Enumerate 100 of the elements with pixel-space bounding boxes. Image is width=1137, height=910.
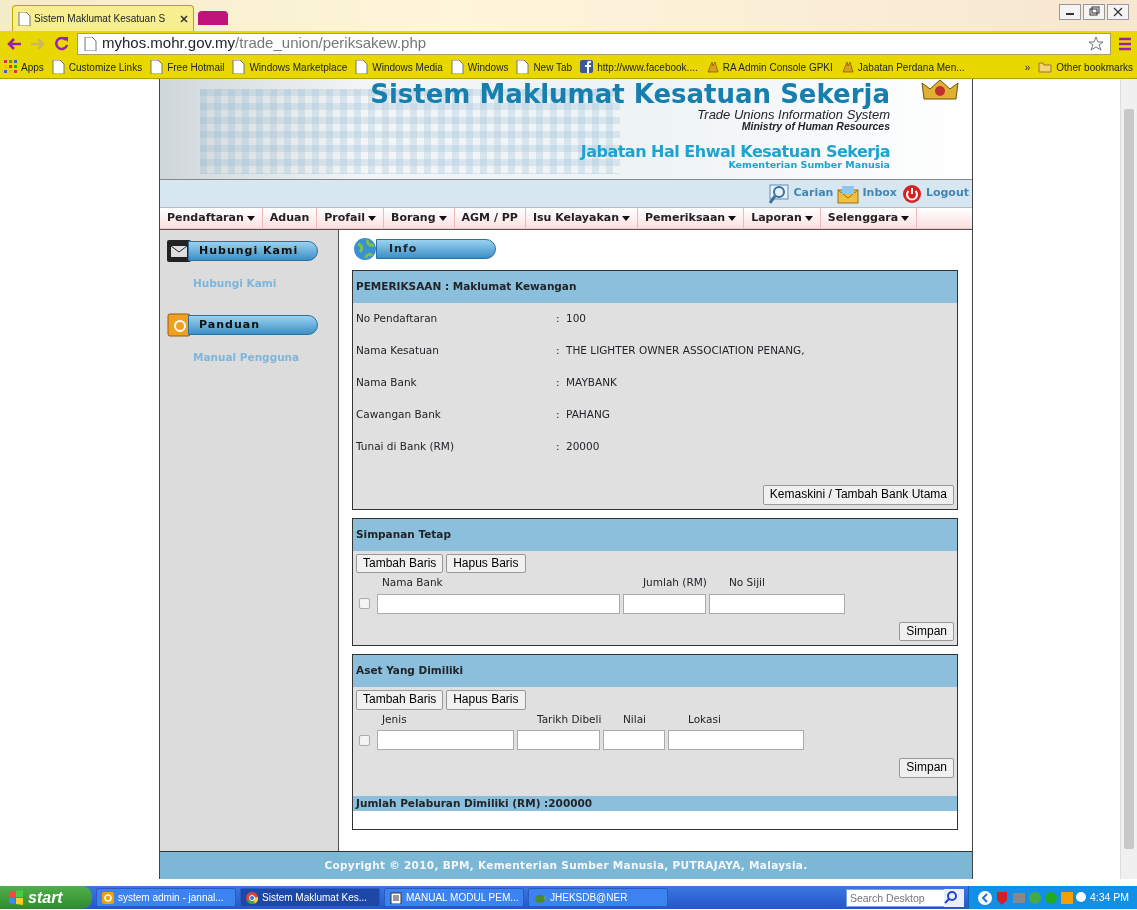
row-checkbox[interactable] <box>359 734 370 746</box>
new-tab-button[interactable] <box>198 11 228 25</box>
caret-icon <box>622 215 630 221</box>
site-title: Sistem Maklumat Kesatuan Sekerja <box>370 81 890 109</box>
windows-logo-icon <box>8 890 24 905</box>
add-row-button[interactable]: Tambah Baris <box>356 690 444 710</box>
total-investment-text: Jumlah Pelaburan Dimiliki (RM) :200000 <box>353 795 957 811</box>
input-field[interactable] <box>709 593 845 614</box>
field-value: THE LIGHTER OWNER ASSOCIATION PENANG, <box>566 343 805 359</box>
input-field[interactable] <box>603 730 665 751</box>
bookmark-link[interactable]: http://www.facebook.... <box>580 59 698 75</box>
save-button[interactable]: Simpan <box>899 758 954 778</box>
row-checkbox[interactable] <box>359 598 370 610</box>
field-label: Cawangan Bank <box>356 407 442 423</box>
power-icon <box>900 182 923 205</box>
delete-row-button[interactable]: Hapus Baris <box>446 690 526 710</box>
field-value: 20000 <box>566 439 600 455</box>
restore-icon[interactable] <box>1087 6 1101 18</box>
separator: : <box>556 439 561 455</box>
ministry-subtitle: Kementerian Sumber Manusia <box>728 159 890 171</box>
taskbar-button[interactable]: system admin - jannal... <box>96 888 236 907</box>
close-icon[interactable] <box>180 14 188 23</box>
input-field[interactable] <box>623 593 706 614</box>
caret-icon <box>901 215 910 221</box>
forward-arrow-icon[interactable] <box>30 36 46 51</box>
menu-item[interactable]: AGM / PP <box>454 208 526 228</box>
close-icon[interactable] <box>1111 6 1125 18</box>
caret-icon <box>368 215 377 221</box>
menu-item[interactable]: Pemeriksaan <box>638 208 745 228</box>
caret-icon <box>804 215 813 221</box>
department-name: Jabatan Hal Ehwal Kesatuan Sekerja <box>580 143 890 160</box>
bookmark-link[interactable]: Jabatan Perdana Men... <box>840 59 965 75</box>
menu-icon[interactable] <box>1119 36 1131 51</box>
taskbar-button[interactable]: Sistem Maklumat Kes... <box>240 888 380 907</box>
separator: : <box>556 375 561 391</box>
field-value: MAYBANK <box>566 375 617 391</box>
input-field[interactable] <box>668 730 804 751</box>
back-arrow-icon[interactable] <box>6 36 22 51</box>
menu-item[interactable]: Laporan <box>744 208 821 228</box>
menu-item[interactable]: Aduan <box>262 208 318 228</box>
update-button[interactable]: Kemaskini / Tambah Bank Utama <box>762 485 954 505</box>
browser-tab[interactable]: Sistem Maklumat Kesatuan S <box>12 5 194 31</box>
separator: : <box>556 311 561 327</box>
column-header: Lokasi <box>688 712 721 725</box>
bookmark-link[interactable]: New Tab <box>516 59 573 75</box>
facebook-icon <box>580 60 594 74</box>
bookmark-link[interactable]: Apps <box>4 59 44 75</box>
page-icon <box>150 60 164 74</box>
document-icon <box>390 891 402 904</box>
address-book-icon <box>166 311 192 338</box>
page-icon <box>232 60 246 74</box>
field-value: PAHANG <box>566 407 610 423</box>
copyright-footer: Copyright © 2010, BPM, Kementerian Sumber Manusia, PUTRAJAYA, Malaysia. <box>160 851 972 879</box>
bookmark-link[interactable]: RA Admin Console GPKI <box>705 59 833 75</box>
page-icon <box>84 36 97 51</box>
add-row-button[interactable]: Tambah Baris <box>356 553 444 574</box>
search-icon[interactable] <box>943 889 958 904</box>
page-icon <box>355 60 369 74</box>
bookmark-folder[interactable]: Other bookmarks <box>1038 59 1133 75</box>
field-label: No Pendaftaran <box>356 311 439 327</box>
delete-row-button[interactable]: Hapus Baris <box>446 553 526 574</box>
folder-icon <box>1038 61 1053 73</box>
site-subtitle: Trade Unions Information System <box>697 108 890 122</box>
column-header: Nilai <box>623 712 647 725</box>
scrollbar[interactable] <box>1120 79 1137 879</box>
field-label: Nama Kesatuan <box>356 343 440 359</box>
input-field[interactable] <box>517 730 600 751</box>
bookmark-link[interactable]: Customize Links <box>51 59 143 75</box>
bookmark-link[interactable]: Windows <box>450 59 509 75</box>
address-field[interactable]: myhos.mohr.gov.my/trade_union/periksakew.php <box>77 32 1111 55</box>
reload-icon[interactable] <box>54 36 69 51</box>
input-field[interactable] <box>377 730 514 751</box>
menu-item[interactable]: Borang <box>384 208 455 228</box>
page-icon <box>18 11 31 26</box>
ministry-name: Ministry of Human Resources <box>741 121 890 132</box>
bookmark-link[interactable]: Windows Media <box>355 59 443 75</box>
menu-item[interactable]: Profail <box>317 208 385 228</box>
section-heading: Hubungi Kami <box>188 241 318 261</box>
star-icon[interactable] <box>1088 35 1104 52</box>
taskbar-button[interactable]: JHEKSDB@NER <box>528 888 668 907</box>
column-header: Tarikh Dibeli <box>537 712 602 725</box>
crest-icon <box>705 60 719 74</box>
more-bookmarks-button[interactable]: » <box>1024 59 1031 75</box>
separator: : <box>556 407 561 423</box>
menu-item[interactable]: Isu Kelayakan <box>525 208 638 228</box>
search-field[interactable]: Search Desktop <box>845 888 946 907</box>
envelope-icon <box>166 238 192 264</box>
bookmark-link[interactable]: Free Hotmail <box>150 59 225 75</box>
menu-item[interactable]: Selenggara <box>820 208 918 228</box>
section-heading: Info <box>376 239 496 259</box>
save-button[interactable]: Simpan <box>899 621 954 642</box>
column-header: No Sijil <box>729 576 765 589</box>
caret-icon <box>438 215 447 221</box>
clock: 4:34 PM <box>1089 889 1129 905</box>
bookmark-link[interactable]: Windows Marketplace <box>232 59 348 75</box>
input-field[interactable] <box>377 593 620 614</box>
section-heading: Panduan <box>188 314 318 335</box>
menu-item[interactable]: Pendaftaran <box>160 208 263 228</box>
taskbar-button[interactable]: MANUAL MODUL PEM... <box>384 888 524 907</box>
page-icon <box>516 60 530 74</box>
